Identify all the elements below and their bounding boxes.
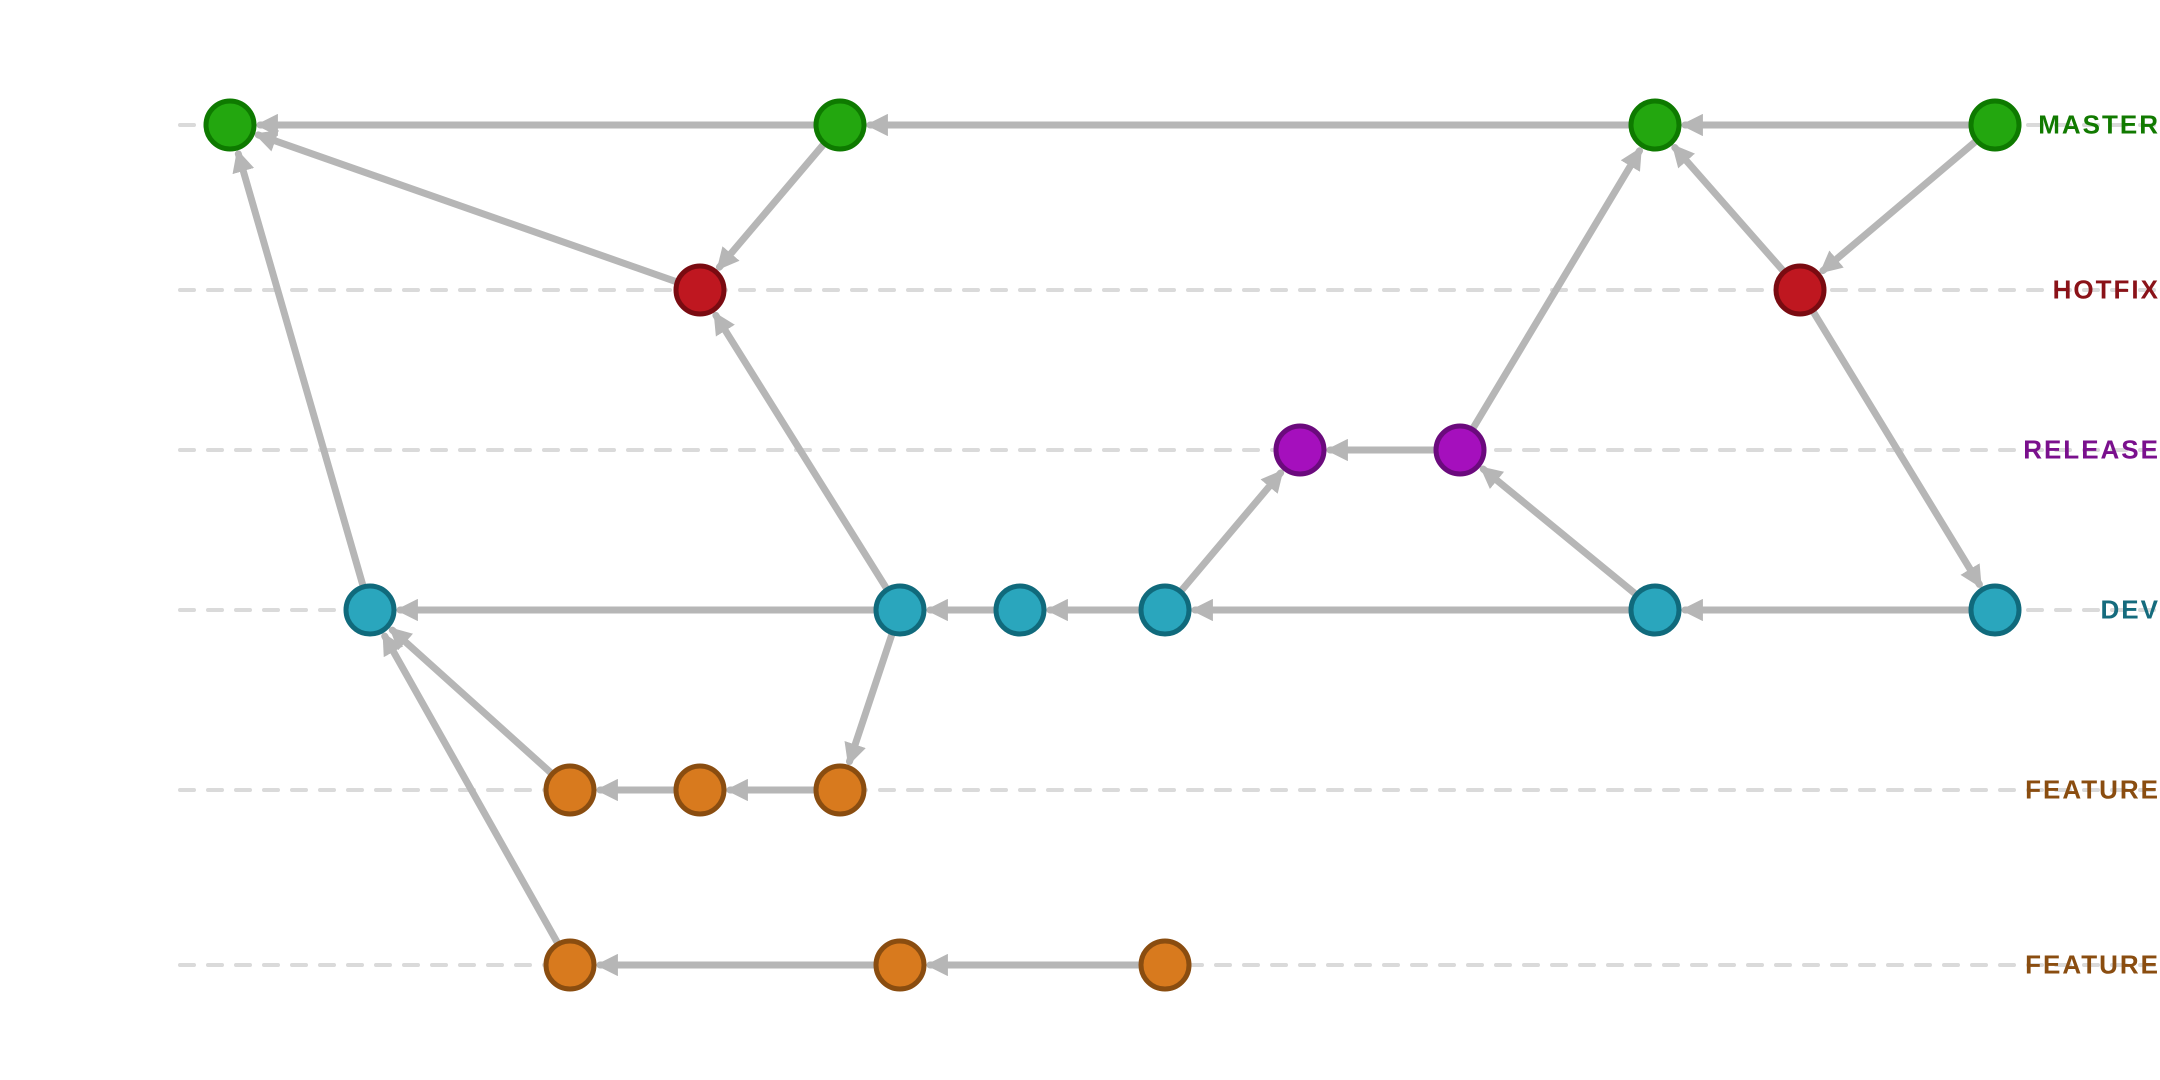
commit-d2 — [996, 586, 1044, 634]
commit-h1 — [1776, 266, 1824, 314]
edge-d1-to-fA2 — [849, 635, 891, 762]
commit-fB2 — [1141, 941, 1189, 989]
edge-fA0-to-d0 — [392, 630, 550, 773]
lane-label-feature1: FEATURE — [1995, 775, 2160, 806]
lane-label-release: RELEASE — [1995, 435, 2160, 466]
edges — [238, 125, 1979, 965]
commit-r0 — [1276, 426, 1324, 474]
commit-h0 — [676, 266, 724, 314]
commit-m2 — [1631, 101, 1679, 149]
edge-d3-to-r0 — [1182, 473, 1281, 590]
commit-fA0 — [546, 766, 594, 814]
diagram-canvas — [0, 0, 2160, 1080]
commit-m0 — [206, 101, 254, 149]
edge-d4-to-r1 — [1483, 469, 1635, 593]
gitflow-diagram: MASTER HOTFIX RELEASE DEV FEATURE FEATURE — [0, 0, 2160, 1080]
commit-fB0 — [546, 941, 594, 989]
lane-lines — [180, 125, 2160, 965]
commit-d0 — [346, 586, 394, 634]
commit-m1 — [816, 101, 864, 149]
lane-label-dev: DEV — [1995, 595, 2160, 626]
commit-d4 — [1631, 586, 1679, 634]
edge-d0-to-m0 — [238, 154, 362, 585]
edge-m1-to-h0 — [719, 145, 823, 267]
edge-h0-to-m0 — [258, 135, 675, 281]
commit-fA2 — [816, 766, 864, 814]
edge-m3-to-h1 — [1823, 142, 1975, 271]
commit-r1 — [1436, 426, 1484, 474]
lane-label-master: MASTER — [1995, 110, 2160, 141]
commit-d1 — [876, 586, 924, 634]
edge-h1-to-m2 — [1675, 148, 1783, 271]
lane-label-feature2: FEATURE — [1995, 950, 2160, 981]
commit-fA1 — [676, 766, 724, 814]
lane-label-hotfix: HOTFIX — [1995, 275, 2160, 306]
commit-d3 — [1141, 586, 1189, 634]
commit-fB1 — [876, 941, 924, 989]
